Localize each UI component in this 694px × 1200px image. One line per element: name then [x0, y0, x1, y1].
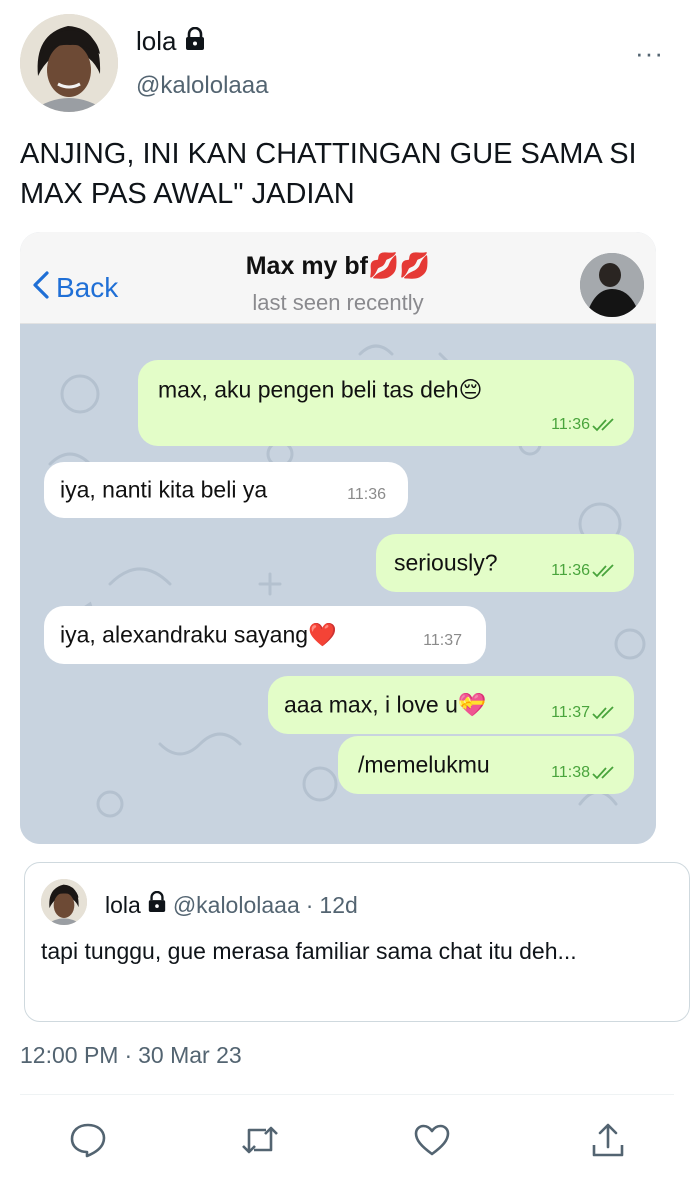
author-handle[interactable]: @kalololaaa — [136, 72, 268, 100]
message-time: 11:38 — [551, 764, 618, 782]
chat-top-bar: Back Max my bf💋💋 last seen recently — [20, 232, 656, 324]
reply-icon[interactable] — [68, 1120, 108, 1160]
quoted-tweet-age: 12d — [319, 891, 358, 918]
message-text: /memelukmu — [358, 751, 490, 778]
contact-avatar[interactable] — [580, 253, 644, 317]
chat-title: Max my bf💋💋 — [245, 252, 431, 280]
double-check-icon — [592, 418, 614, 432]
message-text: aaa max, i love u💝 — [284, 691, 487, 718]
message-bubble-incoming[interactable]: iya, nanti kita beli ya 11:36 — [44, 462, 408, 518]
separator-dot: · — [124, 1042, 133, 1068]
tweet-time: 12:00 PM — [20, 1042, 119, 1068]
double-check-icon — [592, 766, 614, 780]
message-text: iya, nanti kita beli ya — [60, 476, 268, 503]
separator-dot: · — [305, 891, 314, 918]
message-text: max, aku pengen beli tas deh😔 — [158, 376, 483, 403]
quoted-tweet[interactable]: lola @kalololaaa · 12d tapi tunggu, gue … — [24, 862, 690, 1022]
tweet-actions-bar — [0, 1094, 694, 1200]
chat-status: last seen recently — [252, 290, 424, 315]
quoted-tweet-text: tapi tunggu, gue merasa familiar sama ch… — [41, 938, 577, 964]
tweet-text: ANJING, INI KAN CHATTINGAN GUE SAMA SI M… — [20, 138, 637, 210]
lock-icon — [184, 26, 206, 56]
tweet-media-image[interactable]: Back Max my bf💋💋 last seen recently max,… — [20, 232, 656, 844]
message-bubble-outgoing[interactable]: aaa max, i love u💝 11:37 — [268, 676, 634, 734]
message-time: 11:37 — [423, 632, 462, 649]
message-bubble-outgoing[interactable]: max, aku pengen beli tas deh😔 11:36 — [138, 360, 634, 446]
message-text: seriously? — [394, 549, 498, 576]
message-bubble-incoming[interactable]: iya, alexandraku sayang❤️ 11:37 — [44, 606, 486, 664]
quoted-tweet-header: lola @kalololaaa · 12d — [105, 890, 358, 919]
author-display-name[interactable]: lola — [136, 26, 176, 57]
quoted-author-avatar — [41, 879, 87, 925]
author-avatar[interactable] — [20, 14, 118, 112]
quoted-author-handle: @kalololaaa — [172, 891, 300, 918]
share-icon[interactable] — [588, 1120, 628, 1160]
like-icon[interactable] — [412, 1120, 452, 1160]
more-icon[interactable]: ··· — [635, 38, 664, 69]
message-text: iya, alexandraku sayang❤️ — [60, 621, 337, 648]
tweet-timestamp[interactable]: 12:00 PM · 30 Mar 23 — [20, 1042, 242, 1069]
chat-title-wrap: Max my bf💋💋 — [20, 252, 656, 281]
message-time: 11:36 — [551, 562, 618, 580]
message-bubble-outgoing[interactable]: /memelukmu 11:38 — [338, 736, 634, 794]
double-check-icon — [592, 564, 614, 578]
chat-area: max, aku pengen beli tas deh😔 11:36 iya,… — [20, 324, 656, 844]
message-bubble-outgoing[interactable]: seriously? 11:36 — [376, 534, 634, 592]
double-check-icon — [592, 706, 614, 720]
message-time: 11:36 — [347, 486, 386, 503]
author-name-row: lola — [136, 26, 206, 57]
message-time: 11:37 — [551, 704, 618, 722]
tweet-header: lola @kalololaaa ··· — [20, 14, 674, 114]
lock-icon — [147, 890, 167, 919]
quoted-author-name: lola — [105, 891, 141, 918]
message-time: 11:36 — [551, 416, 618, 434]
retweet-icon[interactable] — [240, 1120, 280, 1160]
tweet-date: 30 Mar 23 — [138, 1042, 242, 1068]
